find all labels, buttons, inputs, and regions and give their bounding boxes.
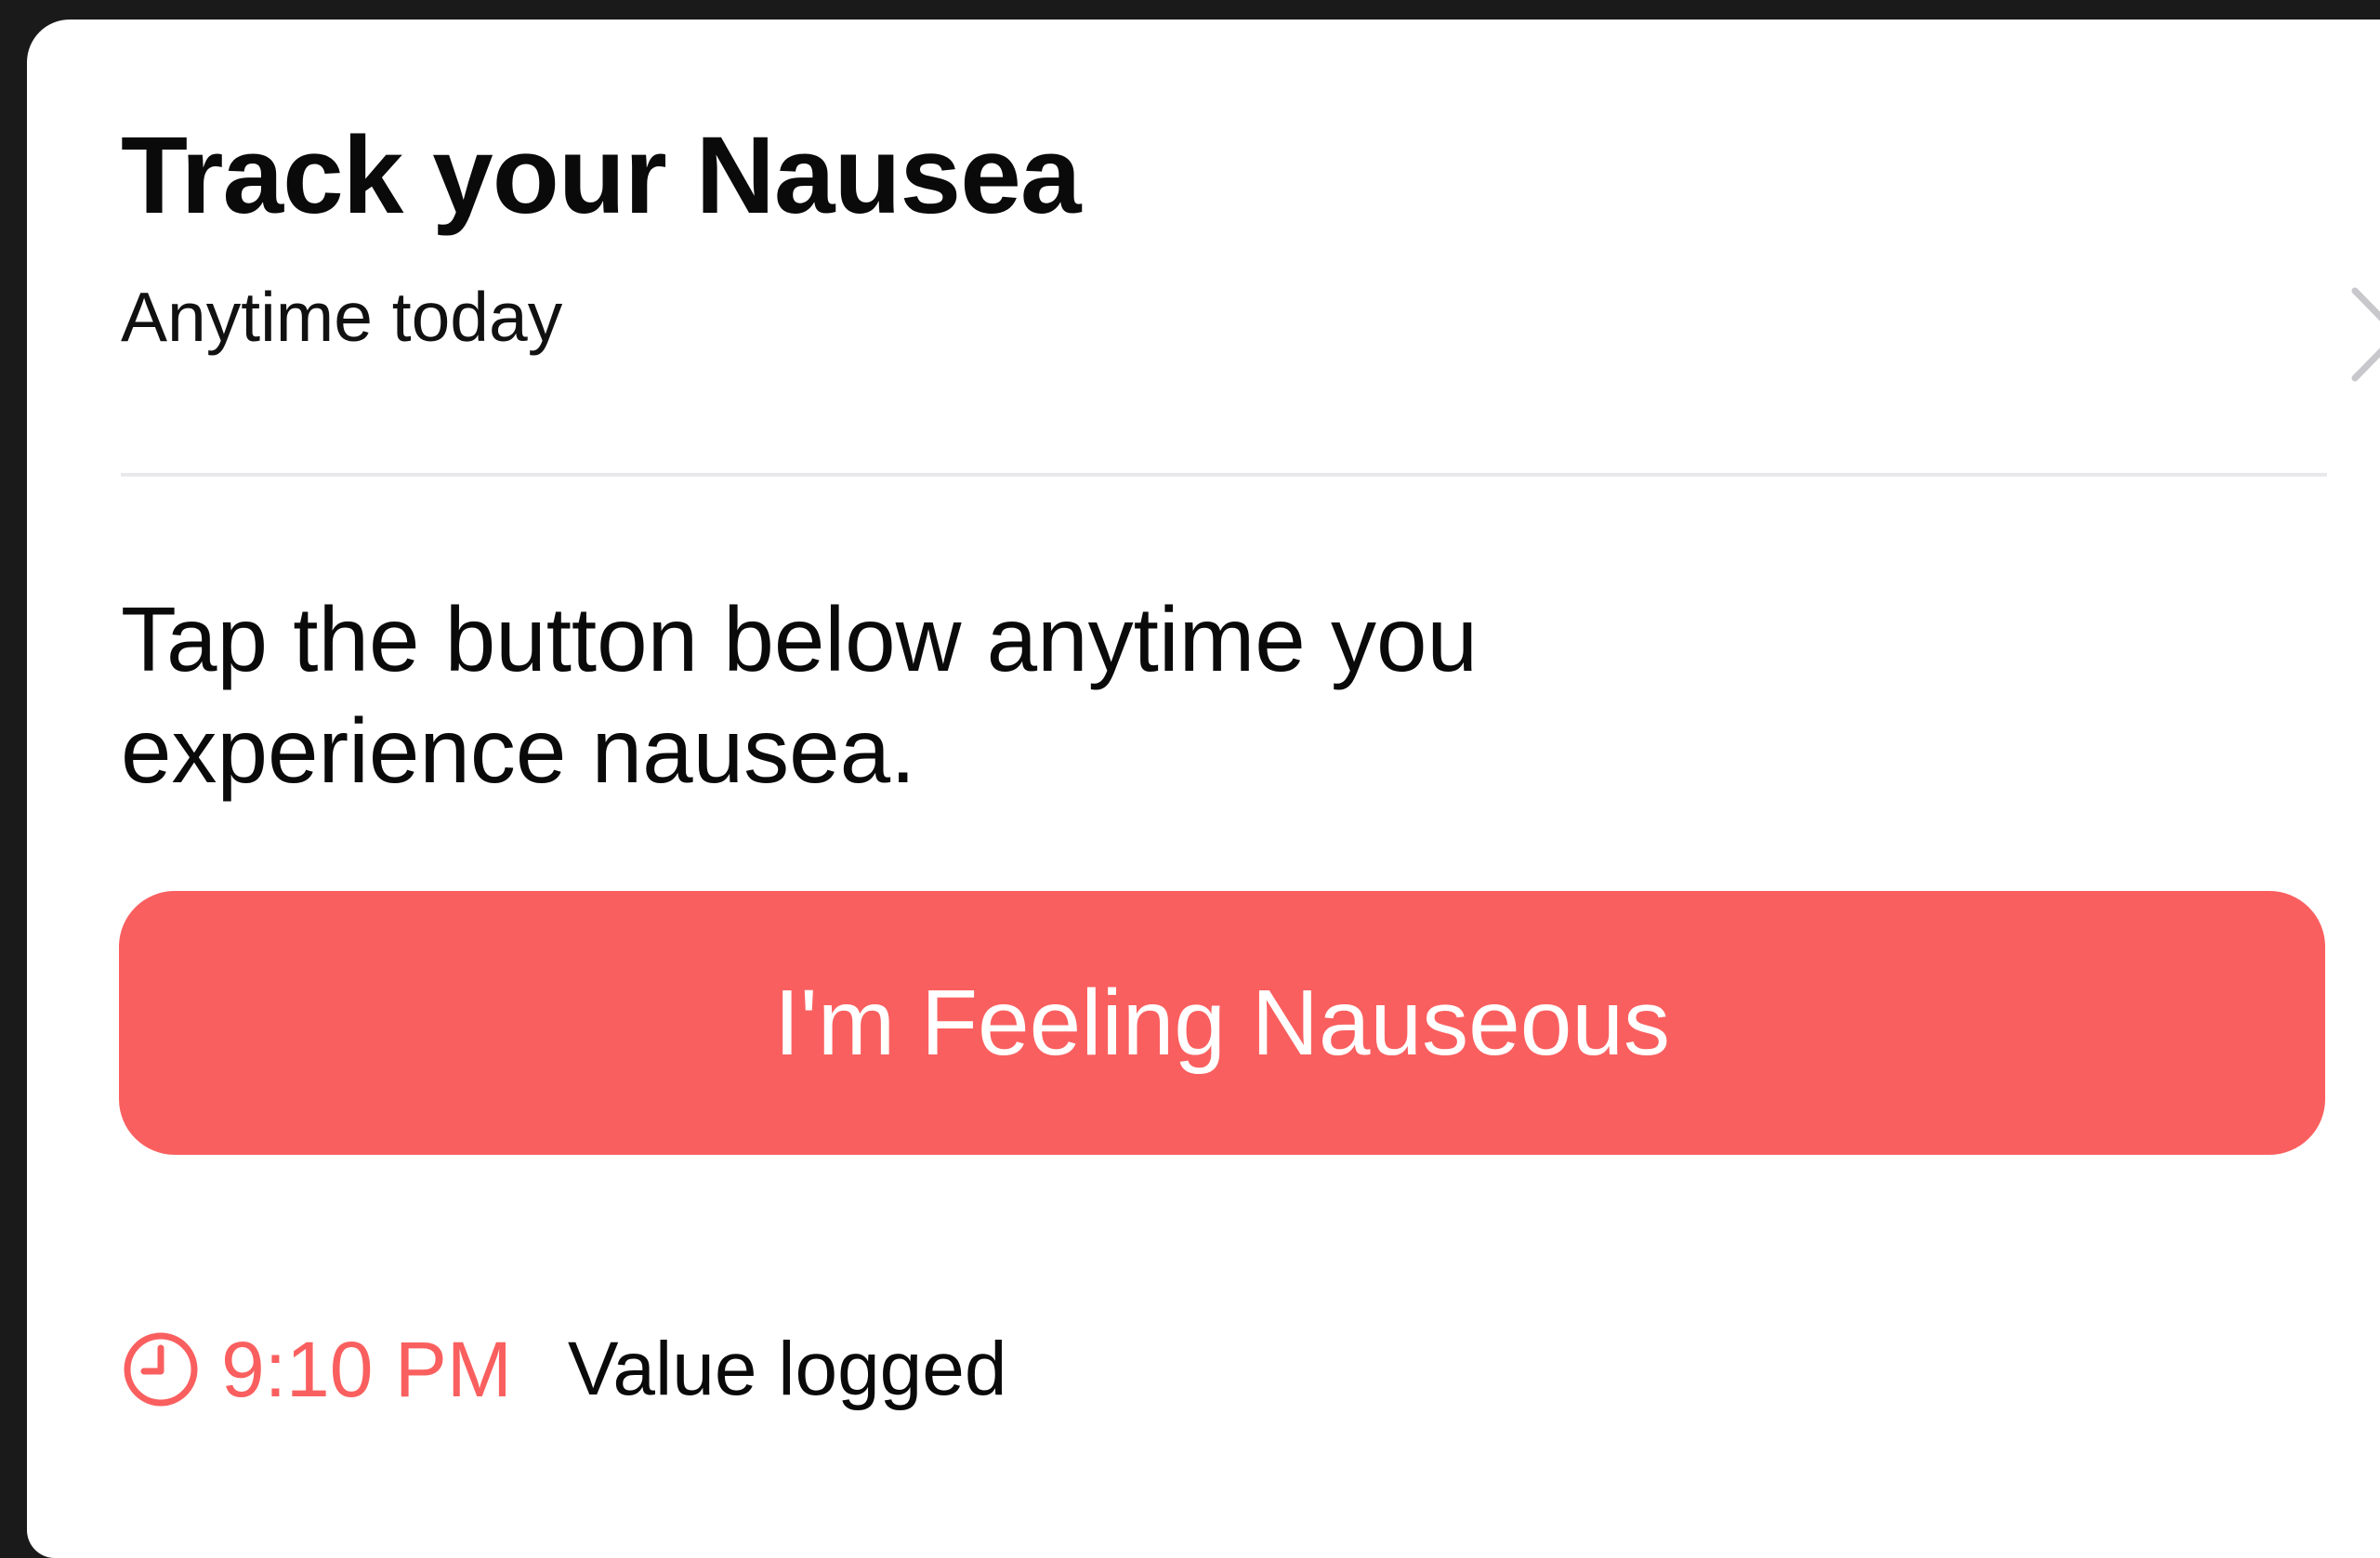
divider: [121, 473, 2327, 477]
log-status: Value logged: [567, 1327, 1007, 1411]
task-schedule: Anytime today: [121, 278, 563, 356]
task-title: Track your Nausea: [121, 114, 1081, 237]
task-card: Track your Nausea Anytime today Tap the …: [27, 20, 2380, 1558]
log-time: 9:10 PM: [221, 1325, 512, 1413]
log-entry: 9:10 PM Value logged: [121, 1318, 1007, 1421]
card-header[interactable]: Track your Nausea Anytime today: [121, 114, 2380, 386]
feeling-nauseous-button[interactable]: I'm Feeling Nauseous: [119, 891, 2325, 1155]
clock-icon: [124, 1332, 198, 1407]
chevron-right-icon[interactable]: [2342, 283, 2380, 386]
task-instructions: Tap the button below anytime you experie…: [121, 588, 1479, 802]
